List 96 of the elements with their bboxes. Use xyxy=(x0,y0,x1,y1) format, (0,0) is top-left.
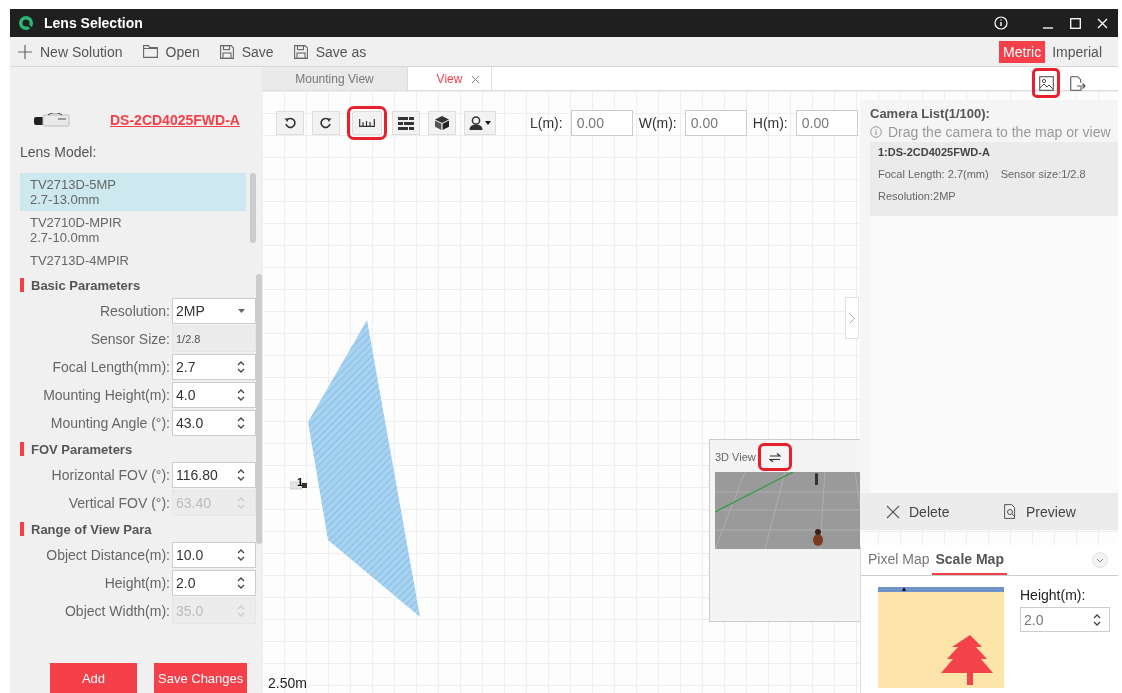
menu-button[interactable]: Save as xyxy=(293,43,367,60)
rotate-right-tool-button[interactable] xyxy=(312,111,340,135)
person-tool-button[interactable] xyxy=(464,111,496,135)
spin-arrows-icon xyxy=(237,469,245,481)
person-caret-icon xyxy=(469,116,491,130)
camera-list-title: Camera List(1/100): xyxy=(870,106,991,121)
brick-wall-icon xyxy=(398,116,414,130)
field-label: Object Width(m): xyxy=(65,603,170,619)
dimension-field[interactable]: 0.00 xyxy=(795,110,858,136)
dimension-label: L(m): xyxy=(530,115,563,131)
cube-icon xyxy=(435,116,449,130)
field-label: Horizontal FOV (°): xyxy=(51,467,170,483)
chevron-right-icon xyxy=(849,312,855,324)
menu-button[interactable]: Open xyxy=(142,43,200,60)
info-icon xyxy=(870,126,882,138)
spin-box[interactable]: 2.0 xyxy=(172,570,256,596)
spin-arrows-icon xyxy=(237,417,245,429)
save-icon xyxy=(219,44,234,59)
scrollbar[interactable] xyxy=(250,173,256,243)
section-title: Basic Parameters xyxy=(31,277,141,293)
rotate-left-tool-button[interactable] xyxy=(276,111,304,135)
spin-box[interactable]: 10.0 xyxy=(172,542,256,568)
spin-box[interactable]: 116.80 xyxy=(172,462,256,488)
field-label: Mounting Height(m): xyxy=(43,387,170,403)
save-icon xyxy=(293,44,308,59)
rotate-right-icon xyxy=(320,117,332,129)
view-tab[interactable]: Mounting View xyxy=(262,67,408,90)
dimension-label: W(m): xyxy=(638,115,677,131)
chevron-down-icon[interactable] xyxy=(1092,552,1108,568)
dropdown-caret-icon xyxy=(238,309,245,313)
spin-arrows-icon xyxy=(237,605,245,617)
spin-box[interactable]: 4.0 xyxy=(172,382,256,408)
lens-list-item[interactable]: TV2713D-5MP 2.7-13.0mm xyxy=(20,173,246,211)
readonly-field: 1/2.8 xyxy=(172,326,256,352)
app-logo-icon xyxy=(18,15,34,31)
spin-arrows-icon xyxy=(237,497,245,509)
section-title: Range of View Para xyxy=(31,521,152,537)
spin-box[interactable]: 43.0 xyxy=(172,410,256,436)
map-tab[interactable]: Scale Map xyxy=(932,545,1007,575)
dimension-field[interactable]: 0.00 xyxy=(684,110,747,136)
folder-icon xyxy=(142,45,158,58)
3d-view-title: 3D View xyxy=(715,451,756,463)
lens-model-label: Lens Model: xyxy=(20,144,98,162)
resolution-text: Resolution:2MP xyxy=(878,190,956,202)
spin-box[interactable]: 2.7 xyxy=(172,354,256,380)
document-search-icon xyxy=(1004,504,1017,519)
camera-marker-icon[interactable] xyxy=(290,480,308,490)
dropdown[interactable]: 2MP xyxy=(172,298,256,324)
delete-button[interactable]: Delete xyxy=(886,503,1004,520)
field-label: Mounting Angle (°): xyxy=(50,415,170,431)
hint-text: Drag the camera to the map or view xyxy=(888,124,1111,140)
spin-arrows-icon xyxy=(237,361,245,373)
preview-button[interactable]: Preview xyxy=(1004,503,1118,520)
menu-button[interactable]: New Solution xyxy=(18,43,123,60)
wall-tool-button[interactable] xyxy=(392,111,420,135)
map-tab[interactable]: Pixel Map xyxy=(865,545,933,575)
lens-list-item[interactable]: TV2713D-4MPIR xyxy=(20,249,246,270)
field-label: Focal Length(mm): xyxy=(52,359,170,375)
dimension-label: H(m): xyxy=(752,115,788,131)
unit-toggle[interactable]: Metric xyxy=(999,40,1046,63)
section-title: FOV Parameters xyxy=(31,441,133,457)
dimension-field[interactable]: 0.00 xyxy=(570,110,633,136)
sensor-size-text: Sensor size:1/2.8 xyxy=(1000,168,1086,180)
camera-number: 1 xyxy=(297,476,304,488)
maximize-icon[interactable] xyxy=(1070,17,1081,29)
cube-tool-button[interactable] xyxy=(428,111,456,135)
field-label: Sensor Size: xyxy=(90,331,170,347)
plus-icon xyxy=(18,44,32,59)
ruler-icon xyxy=(359,119,375,127)
camera-card[interactable]: 1:DS-2CD4025FWD-A Focal Length: 2.7(mm) Sensor size:1/2.8 Resolution:2MP xyxy=(870,142,1118,216)
field-label: Resolution: xyxy=(99,303,170,319)
spin-arrows-icon xyxy=(237,389,245,401)
spin-arrows-icon xyxy=(237,549,245,561)
action-button[interactable]: Save Changes xyxy=(154,663,248,693)
camera-name: 1:DS-2CD4025FWD-A xyxy=(878,146,991,158)
menu-button[interactable]: Save xyxy=(219,43,274,60)
height-label: Height(m): xyxy=(1020,587,1087,603)
camera-icon xyxy=(34,113,72,127)
scrollbar[interactable] xyxy=(256,274,262,544)
window-title: Lens Selection xyxy=(44,15,143,31)
spin-arrows-icon xyxy=(1093,613,1101,626)
focal-length-text: Focal Length: 2.7(mm) xyxy=(878,168,989,180)
field-label: Object Distance(m): xyxy=(46,547,170,563)
field-label: Height(m): xyxy=(104,575,170,591)
field-label: Vertical FOV (°): xyxy=(68,495,170,511)
info-icon[interactable] xyxy=(994,16,1008,30)
close-icon xyxy=(886,504,900,519)
collapse-handle[interactable] xyxy=(845,297,859,339)
lens-list-item[interactable]: TV2710D-MPIR 2.7-10.0mm xyxy=(20,211,246,249)
unit-toggle[interactable]: Imperial xyxy=(1048,40,1106,63)
rotate-left-icon xyxy=(284,117,296,129)
scale-label: 2.50m xyxy=(268,675,307,691)
spin-box[interactable]: 2.0 xyxy=(1020,607,1110,632)
action-button[interactable]: Add xyxy=(50,663,137,693)
spin-arrows-icon xyxy=(237,577,245,589)
swap-arrows-icon xyxy=(768,452,781,462)
